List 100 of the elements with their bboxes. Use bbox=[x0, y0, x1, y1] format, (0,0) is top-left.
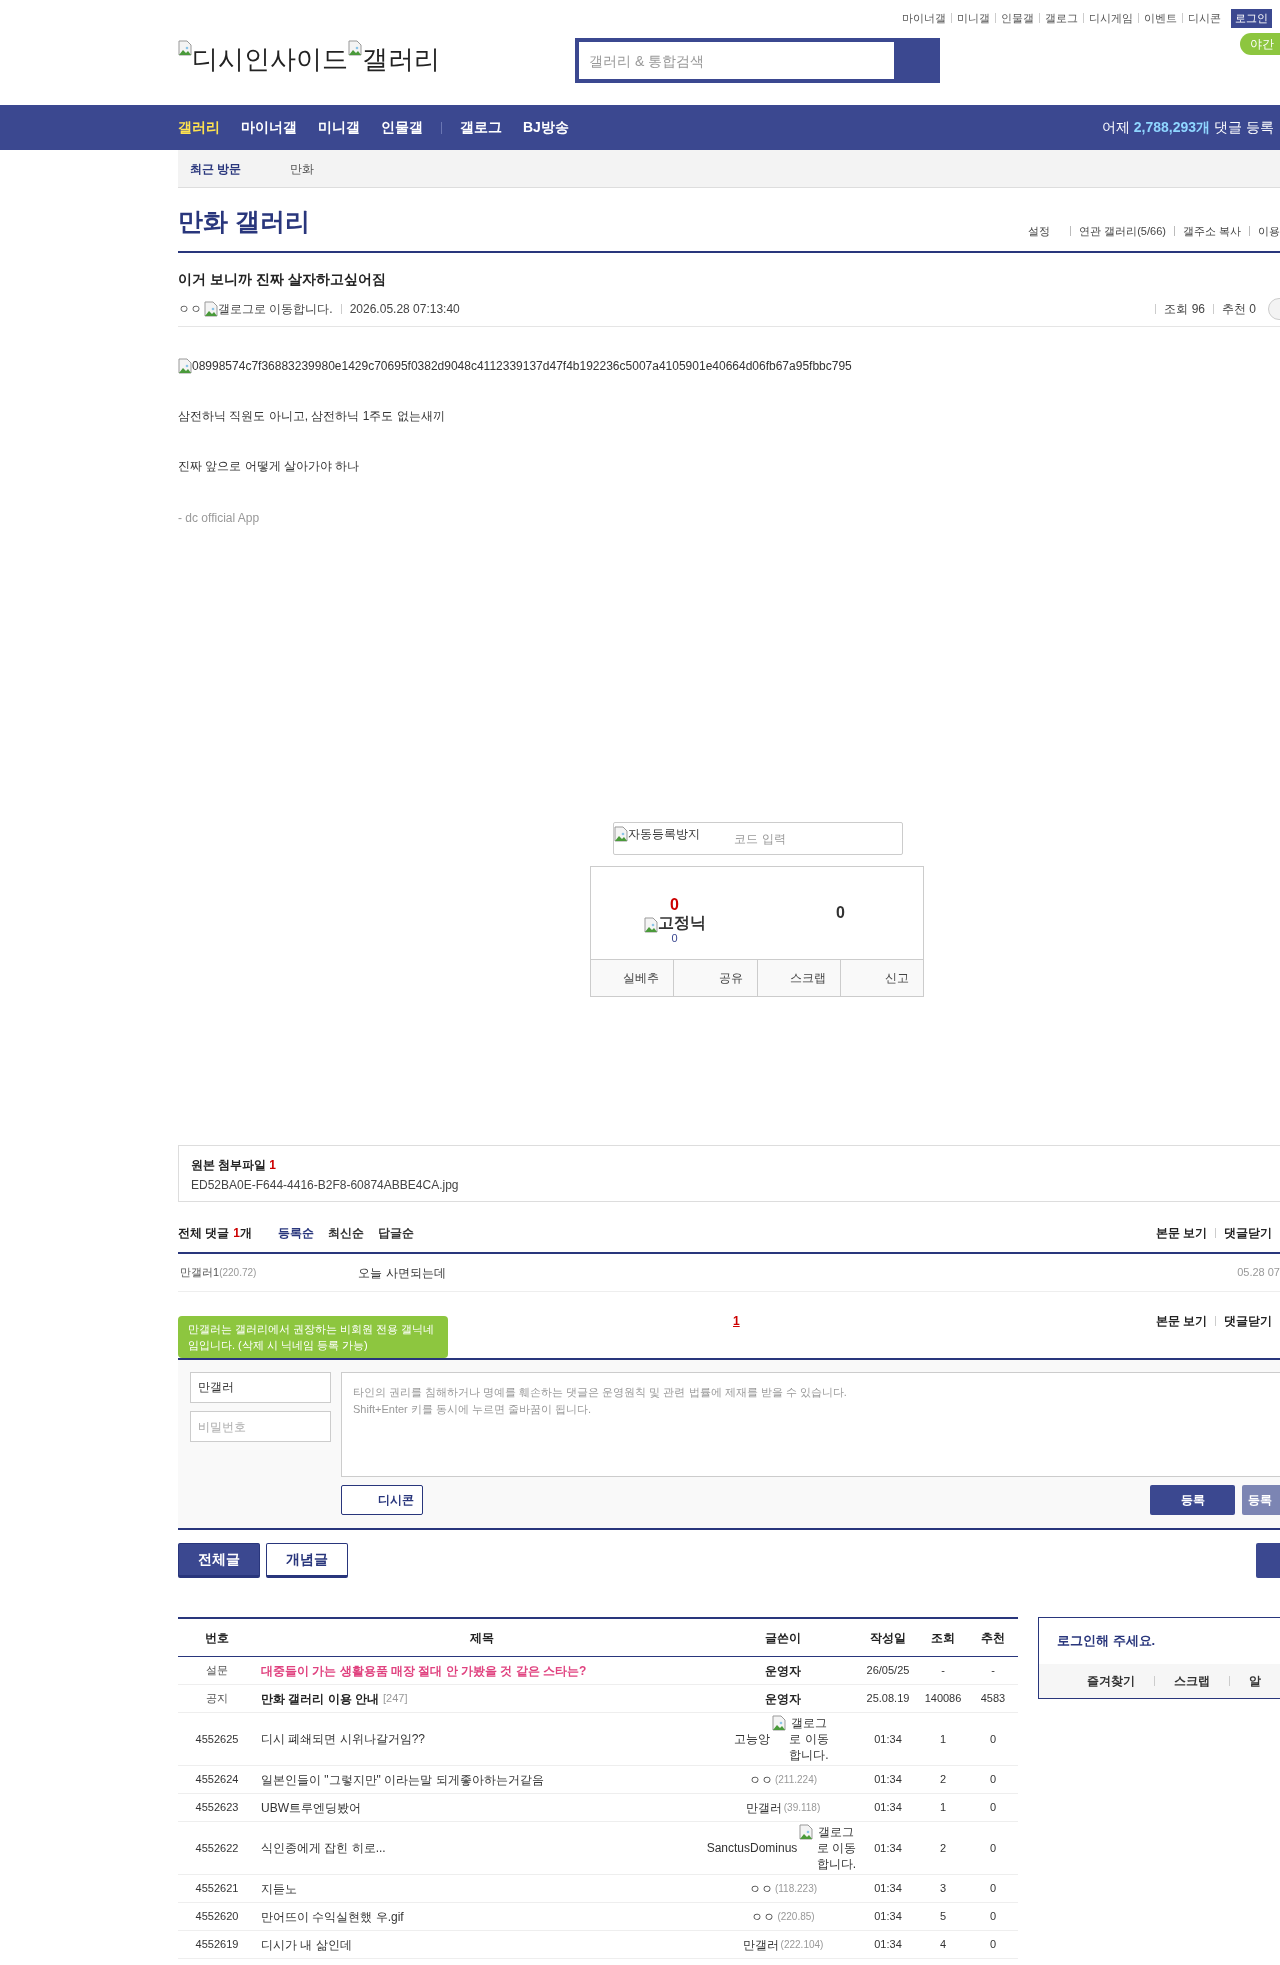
comment-label: 전체 댓글 bbox=[178, 1225, 230, 1242]
nav-tab[interactable]: 미니갤 bbox=[318, 117, 360, 138]
comment-author: 만갤러1 bbox=[180, 1265, 220, 1281]
action-button[interactable]: 실베추 bbox=[591, 960, 674, 996]
fixed-nick-count: 0 bbox=[671, 932, 678, 944]
recommend-count: 0 bbox=[989, 1800, 997, 1816]
post-link[interactable]: 식인종에게 잡힌 히로... bbox=[261, 1839, 386, 1857]
sort-tab[interactable]: 최신순 bbox=[328, 1224, 365, 1242]
post-number: 설문 bbox=[206, 1663, 228, 1679]
broken-image-icon bbox=[799, 1824, 814, 1840]
login-prompt: 로그인해 주세요. bbox=[1057, 1632, 1156, 1651]
top-link[interactable]: 디시게임 bbox=[1089, 10, 1133, 27]
top-link[interactable]: 미니갤 bbox=[957, 10, 990, 27]
top-link[interactable]: 갤로그 bbox=[1045, 10, 1078, 27]
attachment-count: 1 bbox=[269, 1157, 277, 1174]
broken-image-icon bbox=[348, 40, 362, 56]
post-link[interactable]: 지듣노 bbox=[261, 1879, 297, 1898]
recommend-count: 0 bbox=[989, 1937, 997, 1953]
search-field[interactable]: 갤러리 & 통합검색 bbox=[579, 42, 894, 79]
post-text: 진짜 앞으로 어떻게 살아가야 하나 bbox=[178, 458, 361, 475]
upvote-count: 0 bbox=[670, 896, 679, 913]
password-field[interactable]: 비밀번호 bbox=[190, 1411, 331, 1442]
sidebar-link[interactable]: 알 bbox=[1249, 1672, 1261, 1690]
comment-text: 오늘 사면되는데 bbox=[358, 1264, 446, 1282]
nav-tab[interactable]: 마이너갤 bbox=[241, 117, 297, 138]
broken-image-icon bbox=[772, 1715, 786, 1731]
view-count: 2 bbox=[939, 1840, 947, 1856]
list-tab[interactable]: 전체글 bbox=[178, 1543, 260, 1578]
attachment-link[interactable]: ED52BA0E-F644-4416-B2F8-60874ABBE4CA.jpg bbox=[191, 1176, 1268, 1194]
column-header: 글쓴이 bbox=[765, 1629, 801, 1647]
post-date: 01:34 bbox=[874, 1840, 902, 1856]
login-button[interactable]: 로그인 bbox=[1231, 9, 1272, 28]
view-count: 4 bbox=[939, 1937, 947, 1953]
logo-alt-text: 디시인사이드 bbox=[192, 43, 348, 76]
round-button[interactable] bbox=[1268, 298, 1280, 320]
page-link[interactable]: 1 bbox=[733, 1312, 740, 1330]
post-number: 4552621 bbox=[195, 1881, 239, 1897]
gallery-link[interactable]: 설정 bbox=[1028, 222, 1051, 239]
code-input[interactable]: 코드 입력 bbox=[700, 823, 820, 854]
recent-link[interactable]: 만화 bbox=[290, 159, 314, 178]
fixed-nick-alt-text: 고정닉 bbox=[657, 912, 706, 933]
view-count: 1 bbox=[939, 1800, 947, 1816]
post-writer: 만갤러 bbox=[742, 1936, 779, 1954]
nav-tab[interactable]: 갤로그 bbox=[460, 117, 502, 138]
action-button[interactable]: 스크랩 bbox=[756, 960, 840, 996]
top-link[interactable]: 마이너갤 bbox=[902, 10, 946, 27]
view-count: 조회 96 bbox=[1164, 301, 1205, 318]
post-link[interactable]: 대중들이 가는 생활용품 매장 절대 안 가봤을 것 같은 스타는? bbox=[261, 1661, 587, 1680]
attachment-label: 원본 첨부파일 bbox=[191, 1157, 267, 1174]
post-writer: ㅇㅇ bbox=[748, 1880, 773, 1898]
dccon-button[interactable]: 디시콘 bbox=[341, 1485, 423, 1515]
top-link[interactable]: 이벤트 bbox=[1144, 10, 1177, 27]
post-link[interactable]: 일본인들이 "그렇지만" 이라는말 되게좋아하는거같음 bbox=[261, 1770, 544, 1789]
broken-image-icon bbox=[178, 358, 192, 374]
gallery-link[interactable]: 연관 갤러리(5/66) bbox=[1079, 222, 1166, 239]
gallery-link[interactable]: 이용 bbox=[1258, 222, 1280, 239]
list-tab[interactable]: 개념글 bbox=[266, 1543, 348, 1578]
comment-link[interactable]: 댓글닫기 bbox=[1224, 1224, 1272, 1242]
write-button[interactable] bbox=[1256, 1543, 1280, 1578]
sort-tab[interactable]: 답글순 bbox=[378, 1224, 415, 1242]
sidebar-link[interactable]: 스크랩 bbox=[1174, 1672, 1210, 1690]
nickname-field[interactable]: 만갤러 bbox=[190, 1372, 331, 1403]
comment-textarea[interactable]: 타인의 권리를 침해하거나 명예를 훼손하는 댓글은 운영원칙 및 관련 법률에 제재를 받을 수 있습니다. Shift+Enter 키를 동시에 누르면 줄바꿈이 됩니다. bbox=[341, 1372, 1280, 1477]
post-link[interactable]: 만어뜨이 수익실현했 우.gif bbox=[261, 1907, 404, 1926]
nickname-tooltip: 만갤러는 갤러리에서 권장하는 비회원 전용 갤닉네임입니다. (삭제 시 닉네임 등록 가능) bbox=[178, 1316, 448, 1358]
action-button[interactable]: 신고 bbox=[839, 960, 923, 996]
sidebar-link[interactable]: 즐겨찾기 bbox=[1087, 1672, 1135, 1690]
writer-ip: (39.118) bbox=[783, 1801, 821, 1815]
recommend-count: 추천 0 bbox=[1222, 301, 1256, 318]
view-count: 3 bbox=[939, 1881, 947, 1897]
submit-button[interactable]: 등록 bbox=[1150, 1485, 1235, 1515]
reply-count: [247] bbox=[383, 1691, 408, 1707]
post-date: 2026.05.28 07:13:40 bbox=[349, 301, 460, 318]
top-link[interactable]: 인물갤 bbox=[1001, 10, 1034, 27]
comment-link[interactable]: 본문 보기 bbox=[1155, 1224, 1207, 1242]
post-number: 4552619 bbox=[195, 1937, 239, 1953]
view-count: 1 bbox=[939, 1731, 947, 1747]
stats-count: 2,788,293개 bbox=[1133, 118, 1211, 137]
top-link[interactable]: 디시콘 bbox=[1188, 10, 1221, 27]
captcha-field[interactable]: 자동등록방지 코드 입력 bbox=[613, 822, 903, 855]
broken-image-icon bbox=[178, 40, 192, 56]
gallog-alt-text: 갤로그로 이동합니다. bbox=[218, 301, 333, 318]
nav-tab[interactable]: BJ방송 bbox=[523, 117, 569, 138]
gallery-link[interactable]: 갤주소 복사 bbox=[1182, 222, 1241, 239]
nav-tab[interactable]: 갤러리 bbox=[178, 117, 220, 138]
recommend-count: 0 bbox=[989, 1881, 997, 1897]
post-link[interactable]: 디시 폐쇄되면 시위나갈거임?? bbox=[261, 1730, 425, 1748]
action-button[interactable]: 공유 bbox=[673, 960, 757, 996]
sort-tab[interactable]: 등록순 bbox=[278, 1224, 315, 1242]
post-writer: ㅇㅇ bbox=[751, 1908, 776, 1926]
submit-button[interactable]: 등록 bbox=[1242, 1485, 1280, 1515]
post-date: 01:34 bbox=[874, 1881, 902, 1897]
post-link[interactable]: 만화 갤러리 이용 안내 bbox=[261, 1689, 379, 1708]
broken-image-icon bbox=[614, 826, 628, 842]
gallery-title: 만화 갤러리 bbox=[178, 209, 310, 234]
comment-link[interactable]: 본문 보기 bbox=[1155, 1312, 1207, 1330]
nav-tab[interactable]: 인물갤 bbox=[381, 117, 423, 138]
post-link[interactable]: 디시가 내 삶인데 bbox=[261, 1935, 352, 1954]
post-link[interactable]: UBW트루엔딩봤어 bbox=[261, 1798, 361, 1817]
comment-link[interactable]: 댓글닫기 bbox=[1224, 1312, 1272, 1330]
